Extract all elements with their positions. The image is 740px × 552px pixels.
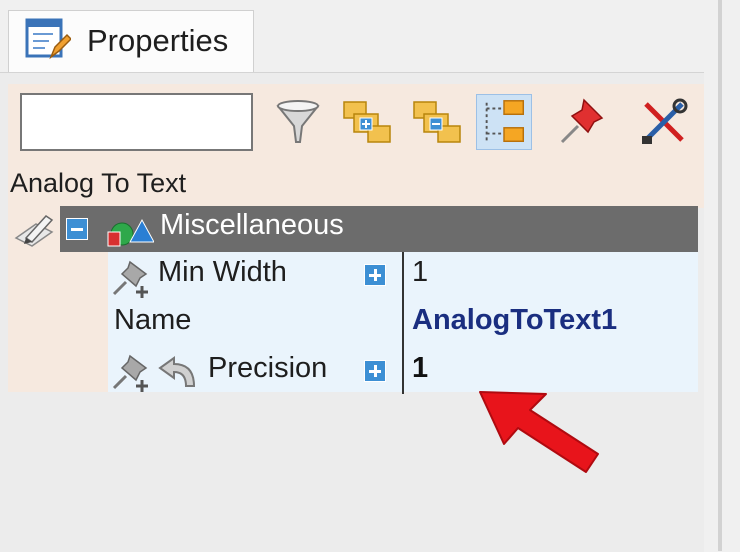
categorized-button[interactable]: [340, 94, 396, 150]
expand-icon[interactable]: [364, 264, 386, 286]
property-pages-icon: [485, 100, 525, 143]
property-name-name[interactable]: Name: [114, 304, 191, 337]
alphabetical-folders-icon: [413, 101, 461, 143]
tools-button[interactable]: [636, 94, 692, 150]
properties-window-icon: [25, 17, 73, 61]
edit-pencil-icon: [12, 210, 56, 252]
property-name-precision[interactable]: Precision: [208, 352, 327, 385]
expand-icon[interactable]: [364, 360, 386, 382]
tab-label: Properties: [87, 23, 229, 58]
selected-object-name: Analog To Text: [10, 168, 187, 198]
category-row-miscellaneous[interactable]: [60, 206, 698, 252]
property-value-precision[interactable]: 1: [412, 352, 428, 385]
property-name-min-width[interactable]: Min Width: [158, 256, 287, 289]
properties-button[interactable]: [476, 94, 532, 150]
tools-icon: [642, 98, 688, 144]
window-edge: [718, 0, 722, 551]
search-input[interactable]: [20, 93, 253, 151]
categorized-folders-icon: [343, 101, 391, 143]
annotation-arrow-icon: [470, 380, 610, 480]
property-value-name[interactable]: AnalogToText1: [412, 304, 617, 337]
alphabetical-button[interactable]: [410, 94, 466, 150]
pushpin-icon: [560, 98, 604, 144]
category-shapes-icon: [104, 212, 155, 250]
pin-plus-icon: [108, 352, 156, 392]
filter-button[interactable]: [270, 94, 326, 150]
tab-properties[interactable]: Properties: [8, 10, 254, 74]
funnel-icon: [276, 100, 320, 143]
undo-arrow-icon: [154, 354, 202, 390]
collapse-icon[interactable]: [66, 218, 88, 240]
pin-plus-icon: [108, 258, 156, 298]
property-value-min-width[interactable]: 1: [412, 256, 428, 289]
category-label: Miscellaneous: [160, 209, 344, 241]
pin-button[interactable]: [554, 94, 610, 150]
column-divider[interactable]: [402, 252, 404, 394]
